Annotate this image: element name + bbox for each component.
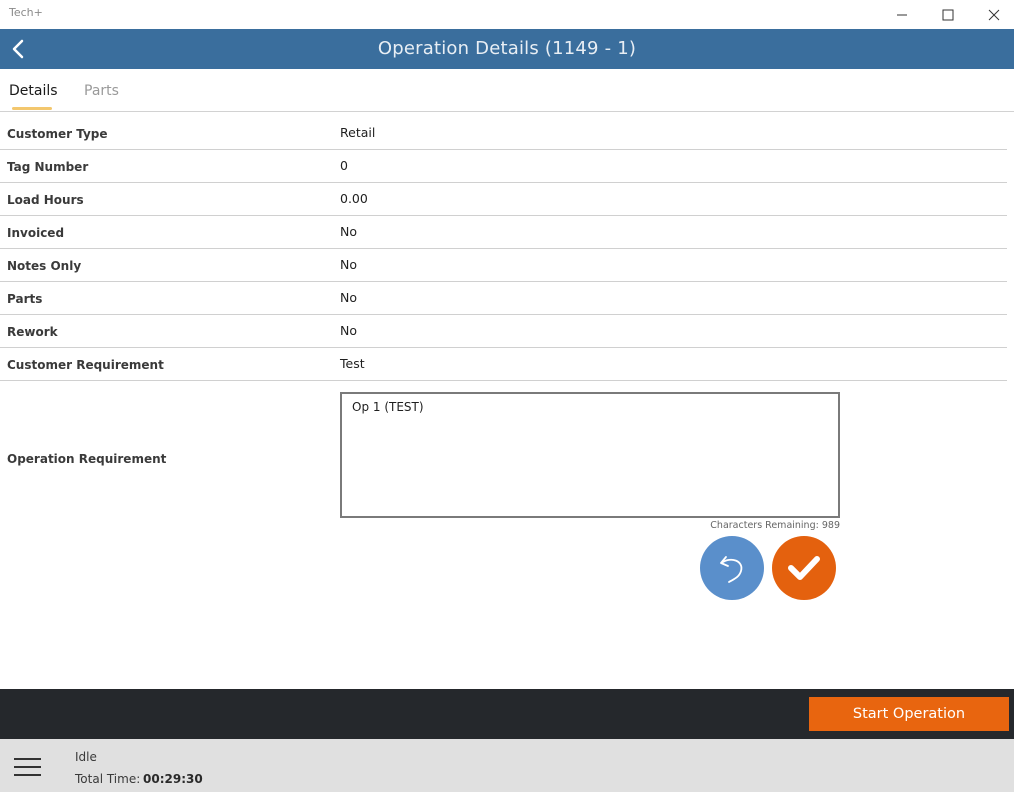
detail-label: Customer Requirement [7,358,164,372]
detail-row-customer-requirement: Customer Requirement Test [0,348,1007,381]
detail-row-customer-type: Customer Type Retail [0,117,1007,150]
window-titlebar: Tech+ [0,0,1014,29]
total-time-value: 00:29:30 [143,772,203,786]
minimize-button[interactable] [879,0,925,29]
detail-row-tag-number: Tag Number 0 [0,150,1007,183]
total-time-label: Total Time: [75,772,141,786]
minimize-icon [897,14,907,15]
detail-row-notes-only: Notes Only No [0,249,1007,282]
tab-details[interactable]: Details [9,83,58,99]
undo-button[interactable] [700,536,764,600]
confirm-button[interactable] [772,536,836,600]
detail-value: No [340,290,357,305]
hamburger-menu-icon[interactable] [14,756,41,778]
detail-value: Test [340,356,365,371]
page-title: Operation Details (1149 - 1) [377,38,637,59]
checkmark-icon [788,556,820,580]
undo-icon [720,556,743,583]
detail-value: No [340,224,357,239]
detail-row-invoiced: Invoiced No [0,216,1007,249]
operation-requirement-input[interactable]: Op 1 (TEST) [340,392,840,518]
status-bar: Idle Total Time: 00:29:30 [0,739,1014,792]
detail-value: 0.00 [340,191,368,206]
close-button[interactable] [971,0,1014,29]
characters-remaining: Characters Remaining: 989 [640,520,840,531]
detail-row-load-hours: Load Hours 0.00 [0,183,1007,216]
tab-bar: Details Parts [0,69,1014,112]
characters-remaining-label: Characters Remaining: [710,520,819,531]
detail-label: Rework [7,325,58,339]
active-tab-indicator [12,107,52,110]
action-bar: Start Operation [0,689,1014,739]
detail-value: No [340,323,357,338]
status-text: Idle [75,750,97,764]
maximize-button[interactable] [925,0,971,29]
page-header: Operation Details (1149 - 1) [0,29,1014,69]
tab-parts[interactable]: Parts [84,83,119,99]
detail-row-rework: Rework No [0,315,1007,348]
detail-label: Customer Type [7,127,108,141]
detail-label: Tag Number [7,160,89,174]
detail-label: Notes Only [7,259,82,273]
detail-label: Parts [7,292,43,306]
start-operation-button[interactable]: Start Operation [809,697,1009,731]
detail-row-parts: Parts No [0,282,1007,315]
detail-label: Invoiced [7,226,65,240]
maximize-icon [942,9,954,20]
detail-value: 0 [340,158,348,173]
operation-requirement-label: Operation Requirement [7,452,167,466]
characters-remaining-count: 989 [821,520,840,531]
detail-label: Load Hours [7,193,84,207]
app-title: Tech+ [9,6,43,19]
detail-value: Retail [340,125,376,140]
detail-value: No [340,257,357,272]
close-icon [988,9,1000,20]
